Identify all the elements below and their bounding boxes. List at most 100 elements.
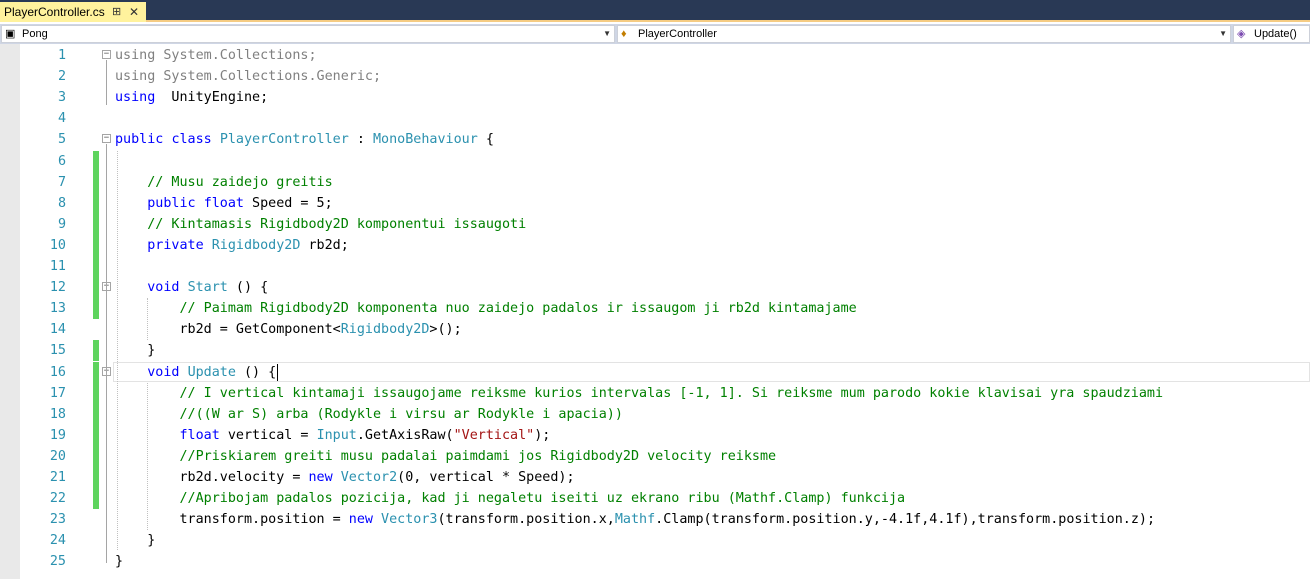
code-token: using System.Collections.Generic; xyxy=(115,69,382,85)
code-line[interactable]: 18 //((W ar S) arba (Rodykle i virsu ar … xyxy=(0,403,1310,425)
code-token: Speed = 5; xyxy=(244,195,333,211)
code-line[interactable]: 2 using System.Collections.Generic; xyxy=(0,66,1310,87)
code-line[interactable]: 11 xyxy=(0,256,1310,278)
code-token: rb2d = GetComponent< xyxy=(115,322,341,338)
code-line[interactable]: 5 − public class PlayerController : MonoBe… xyxy=(0,129,1310,150)
code-line[interactable]: 19 float vertical = Input.GetAxisRaw("Ve… xyxy=(0,424,1310,446)
change-marker xyxy=(93,403,99,425)
code-token: transform.position = xyxy=(115,512,349,528)
code-line[interactable]: 21 rb2d.velocity = new Vector2(0, vertic… xyxy=(0,467,1310,489)
line-number: 16 xyxy=(49,364,66,380)
code-text: void Start () { xyxy=(115,277,268,298)
code-line[interactable]: 15 } xyxy=(0,340,1310,362)
code-editor[interactable]: 1− using System.Collections; 2 using System… xyxy=(0,44,1310,579)
close-icon[interactable]: ✕ xyxy=(129,2,139,22)
code-line[interactable]: 4 xyxy=(0,108,1310,129)
change-marker xyxy=(93,361,99,383)
code-token: void xyxy=(147,364,180,380)
code-line[interactable]: 23 transform.position = new Vector3(tran… xyxy=(0,509,1310,530)
document-tab[interactable]: PlayerController.cs ⊞ ✕ xyxy=(0,2,146,22)
code-text: } xyxy=(115,340,155,361)
code-line[interactable]: 13 // Paimam Rigidbody2D komponenta nuo … xyxy=(0,298,1310,320)
outline-bracket xyxy=(106,376,107,543)
indent-guide xyxy=(147,382,149,531)
line-number: 14 xyxy=(49,322,66,338)
collapse-icon[interactable]: − xyxy=(102,134,111,144)
line-number: 4 xyxy=(57,111,66,127)
code-token: () { xyxy=(227,280,269,296)
code-token: } xyxy=(115,533,156,549)
document-tab-strip: PlayerController.cs ⊞ ✕ xyxy=(0,0,1310,22)
line-number: 11 xyxy=(49,259,66,274)
project-dropdown[interactable]: ▣ Pong ▼ xyxy=(1,25,615,43)
code-line[interactable]: 12− void Start () { xyxy=(0,277,1310,299)
line-number: 7 xyxy=(57,174,66,190)
code-token: >(); xyxy=(429,322,462,338)
code-line[interactable]: 6 xyxy=(0,150,1310,172)
class-icon: ♦ xyxy=(621,28,627,40)
line-number: 9 xyxy=(57,216,66,232)
code-line[interactable]: 17 // I vertical kintamaji issaugojame r… xyxy=(0,382,1310,404)
line-number: 1 xyxy=(57,48,66,63)
code-text: // Paimam Rigidbody2D komponenta nuo zai… xyxy=(115,298,857,319)
chevron-down-icon[interactable]: ▼ xyxy=(1219,26,1227,42)
code-text: using System.Collections.Generic; xyxy=(115,66,381,87)
code-text: // I vertical kintamaji issaugojame reik… xyxy=(115,383,1164,404)
line-number: 8 xyxy=(57,195,66,211)
code-line[interactable]: 1 − using System.Collections; xyxy=(0,45,1310,66)
code-text: //((W ar S) arba (Rodykle i virsu ar Rod… xyxy=(115,404,623,425)
code-text: private Rigidbody2D rb2d; xyxy=(115,235,349,256)
pin-icon[interactable]: ⊞ xyxy=(112,2,121,22)
change-marker xyxy=(93,382,99,404)
code-line[interactable]: 22 //Apribojam padalos pozicija, kad ji … xyxy=(0,488,1310,510)
line-number: 23 xyxy=(49,512,66,528)
line-number: 12 xyxy=(49,280,66,296)
csharp-project-icon: ▣ xyxy=(5,28,16,40)
code-token: using xyxy=(115,90,156,106)
code-line[interactable]: 24 } xyxy=(0,530,1310,551)
change-marker xyxy=(93,277,99,299)
change-marker xyxy=(93,150,99,172)
change-marker xyxy=(93,234,99,256)
method-icon: ◈ xyxy=(1237,28,1246,40)
code-line[interactable]: 9 // Kintamasis Rigidbody2D komponentui … xyxy=(0,213,1310,235)
line-number: 18 xyxy=(49,406,66,422)
code-token: Rigidbody2D xyxy=(211,237,301,253)
code-line[interactable]: 25} xyxy=(0,551,1310,572)
code-line[interactable]: 10 private Rigidbody2D rb2d; xyxy=(0,234,1310,256)
code-line[interactable]: 20 //Priskiarem greiti musu padalai paim… xyxy=(0,445,1310,467)
line-number: 15 xyxy=(49,343,66,359)
code-token: Vector2 xyxy=(340,470,398,485)
code-token: private xyxy=(147,237,204,253)
change-marker xyxy=(93,445,99,467)
collapse-icon[interactable]: − xyxy=(102,50,111,59)
outline-bracket xyxy=(106,60,107,106)
code-token: Rigidbody2D xyxy=(340,322,430,338)
code-token: //Priskiarem greiti musu padalai paimdam… xyxy=(179,448,777,464)
code-line[interactable]: 8 public float Speed = 5; xyxy=(0,192,1310,214)
line-number: 17 xyxy=(49,385,66,401)
code-token: Input xyxy=(316,427,357,443)
code-token: Vector3 xyxy=(381,512,438,528)
code-text: //Priskiarem greiti musu padalai paimdam… xyxy=(115,446,777,467)
code-token: // Paimam Rigidbody2D komponenta nuo zai… xyxy=(179,301,857,317)
code-text: rb2d = GetComponent<Rigidbody2D>(); xyxy=(115,319,462,340)
code-line[interactable]: 16− void Update () { xyxy=(0,361,1310,383)
code-line[interactable]: 3 using UnityEngine; xyxy=(0,87,1310,108)
member-dropdown[interactable]: ◈ Update() xyxy=(1233,25,1310,43)
chevron-down-icon[interactable]: ▼ xyxy=(603,26,611,42)
code-text: float vertical = Input.GetAxisRaw("Verti… xyxy=(115,425,551,446)
indent-guide xyxy=(117,150,119,551)
class-dropdown[interactable]: ♦ PlayerController ▼ xyxy=(617,25,1231,43)
class-label: PlayerController xyxy=(638,28,717,40)
code-line[interactable]: 7 // Musu zaidejo greitis xyxy=(0,171,1310,193)
code-line[interactable]: 14 rb2d = GetComponent<Rigidbody2D>(); xyxy=(0,319,1310,340)
code-token: UnityEngine; xyxy=(155,90,269,106)
